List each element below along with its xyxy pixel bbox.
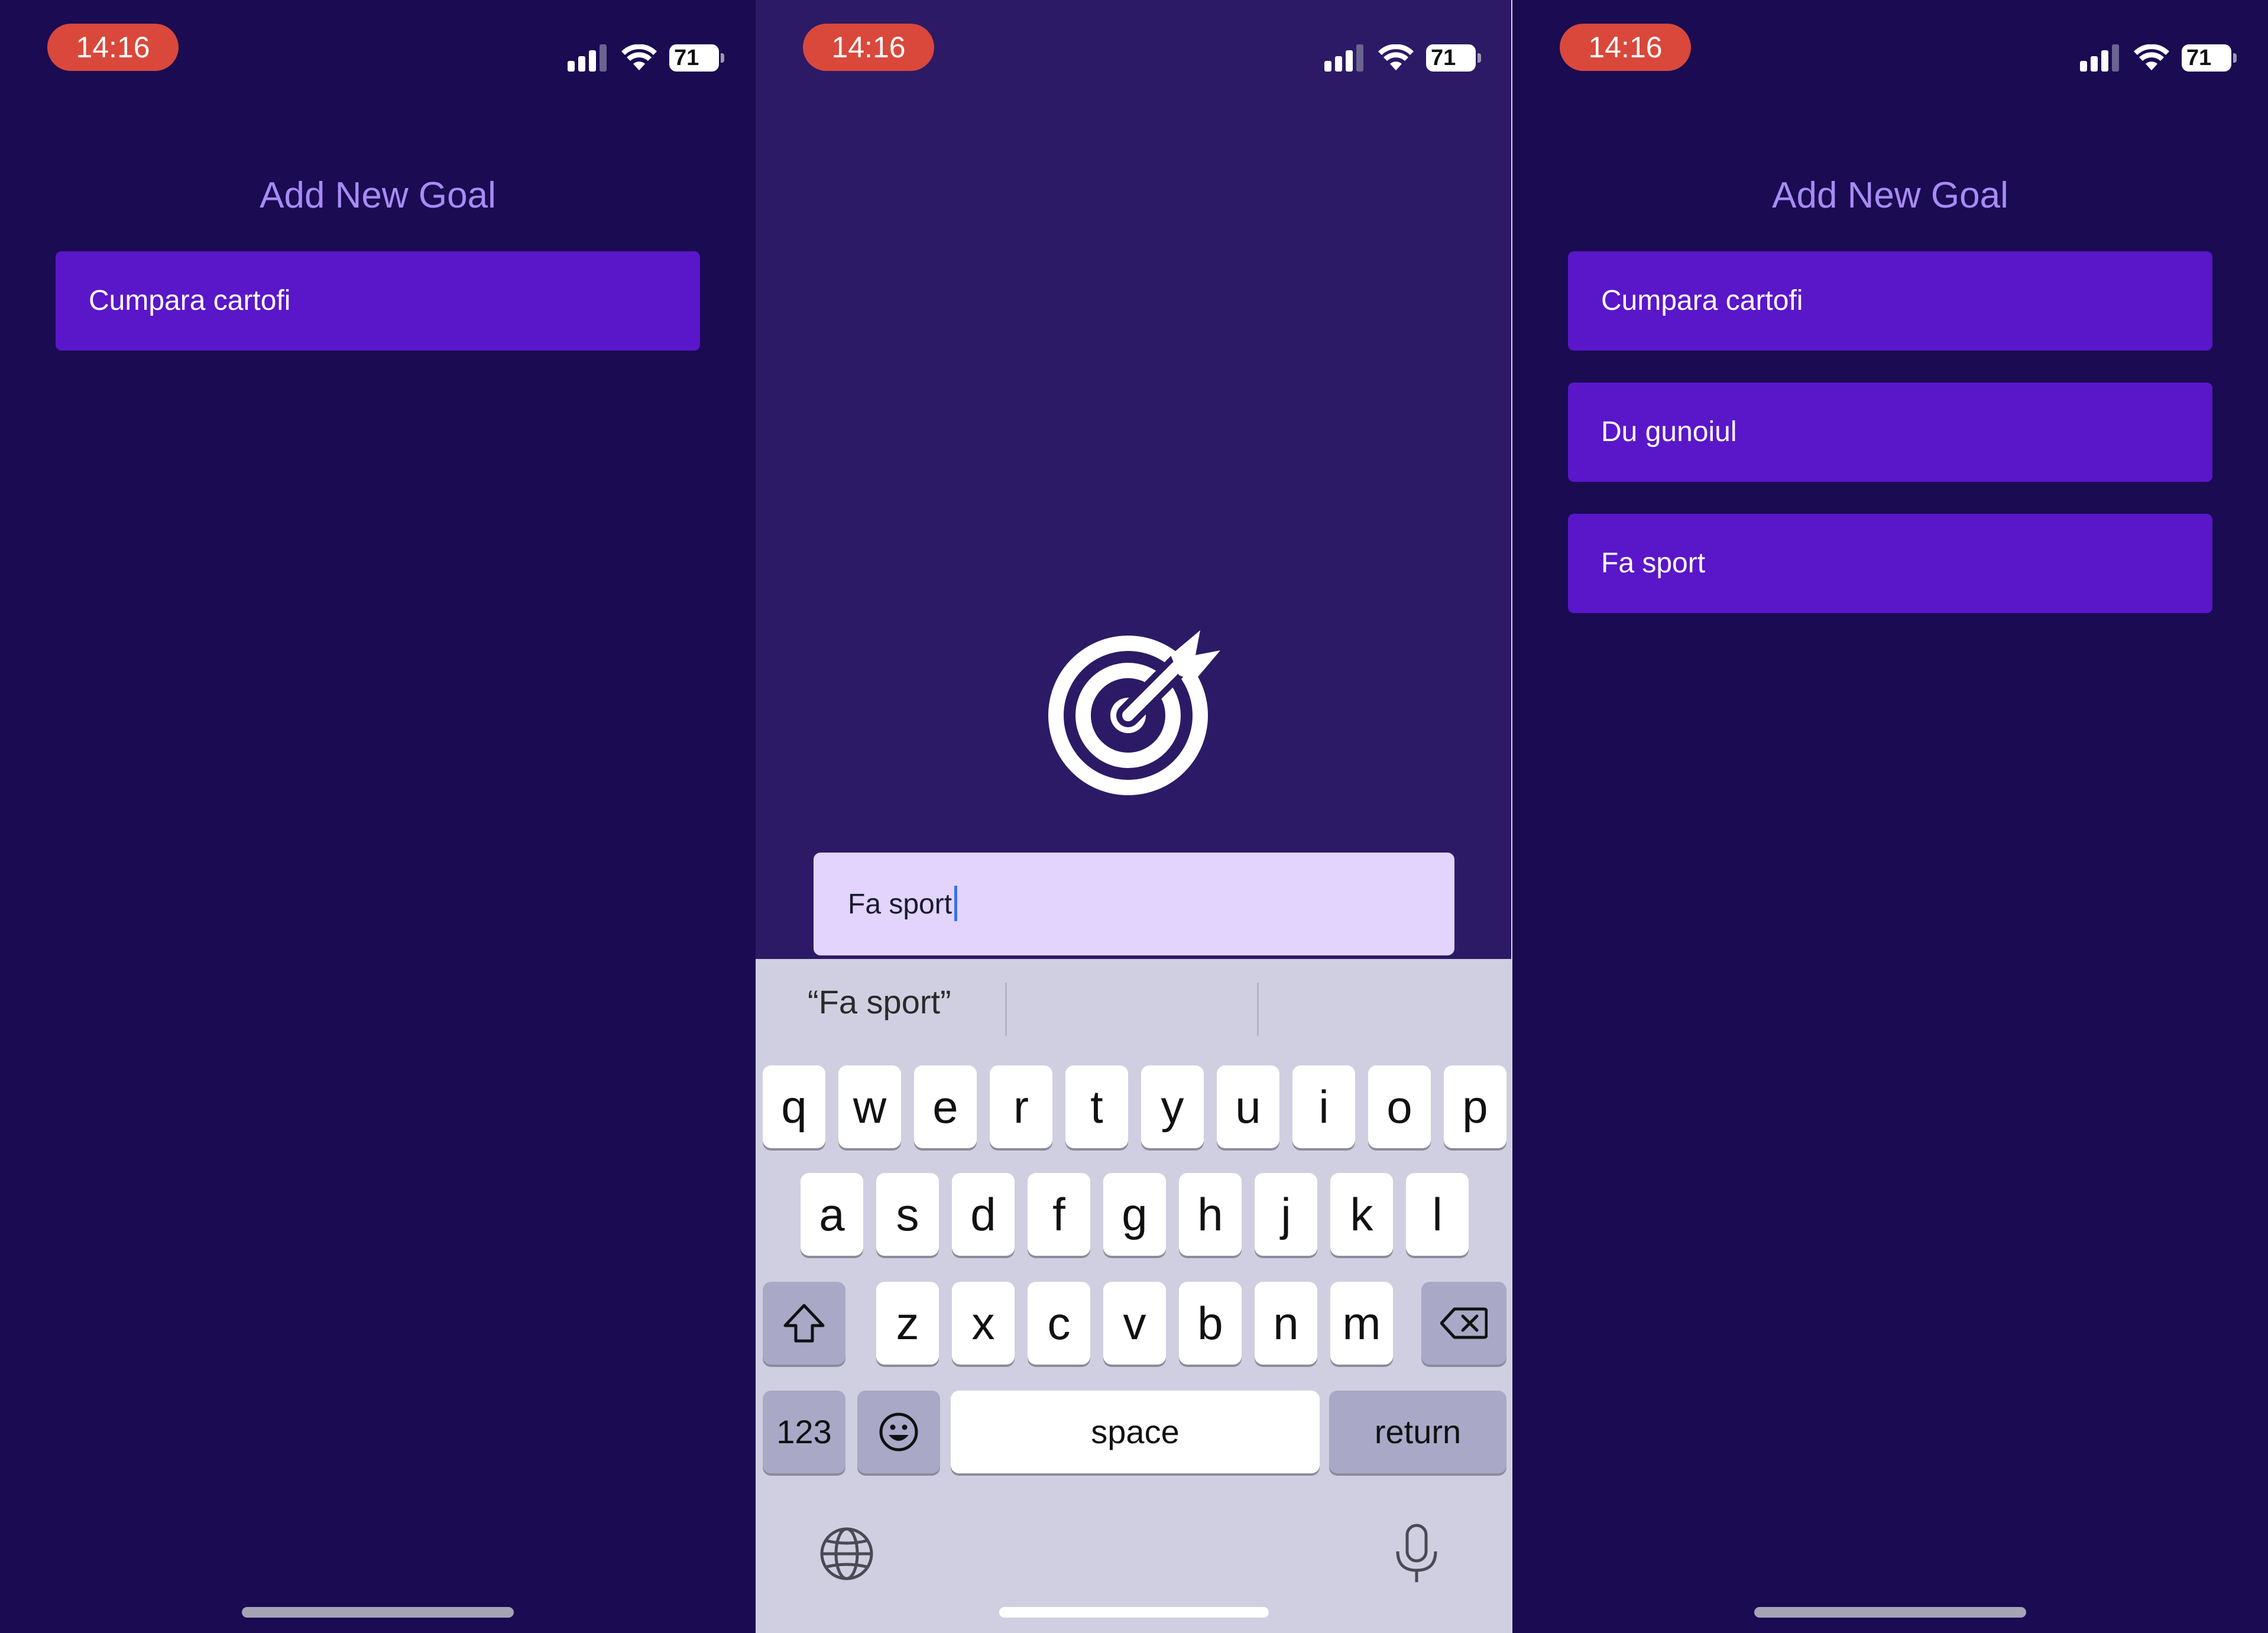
home-indicator[interactable] (1754, 1607, 2026, 1618)
add-new-goal-button[interactable]: Add New Goal (0, 174, 756, 216)
goal-input[interactable] (814, 853, 1454, 955)
suggestion-separator (1257, 983, 1259, 1036)
key-w[interactable]: w (838, 1065, 901, 1148)
goal-list: Cumpara cartofi (56, 251, 700, 383)
wifi-icon (2134, 44, 2169, 70)
suggestion-item[interactable]: “Fa sport” (808, 983, 951, 1021)
key-j[interactable]: j (1255, 1173, 1317, 1256)
target-arrow-icon (1048, 630, 1220, 795)
goal-list: Cumpara cartofi Du gunoiul Fa sport (1568, 251, 2212, 645)
key-o[interactable]: o (1368, 1065, 1431, 1148)
cellular-signal-icon (568, 44, 607, 72)
key-a[interactable]: a (801, 1173, 863, 1256)
wifi-icon (621, 44, 657, 70)
key-g[interactable]: g (1103, 1173, 1166, 1256)
key-c[interactable]: c (1028, 1282, 1090, 1365)
numbers-key[interactable]: 123 (763, 1391, 845, 1473)
microphone-icon[interactable] (1393, 1523, 1440, 1585)
key-b[interactable]: b (1179, 1282, 1242, 1365)
add-goal-modal-screen: 14:16 71 Fa sport “Fa sport” q w e r t y… (756, 0, 1512, 1633)
key-h[interactable]: h (1179, 1173, 1242, 1256)
suggestion-bar: “Fa sport” (756, 959, 1512, 1065)
status-time: 14:16 (47, 24, 179, 71)
key-x[interactable]: x (952, 1282, 1015, 1365)
cellular-signal-icon (1324, 44, 1363, 72)
key-l[interactable]: l (1406, 1173, 1469, 1256)
goal-item[interactable]: Cumpara cartofi (56, 251, 700, 351)
key-z[interactable]: z (876, 1282, 939, 1365)
suggestion-separator (1005, 983, 1007, 1036)
emoji-key[interactable] (857, 1391, 940, 1473)
goal-item[interactable]: Du gunoiul (1568, 383, 2212, 482)
key-r[interactable]: r (990, 1065, 1052, 1148)
emoji-icon (879, 1412, 918, 1451)
key-s[interactable]: s (876, 1173, 939, 1256)
return-key[interactable]: return (1329, 1391, 1506, 1473)
status-icons: 71 (2080, 41, 2237, 74)
key-k[interactable]: k (1330, 1173, 1393, 1256)
goal-item[interactable]: Fa sport (1568, 514, 2212, 613)
backspace-icon (1440, 1307, 1488, 1339)
key-v[interactable]: v (1103, 1282, 1166, 1365)
battery-indicator: 71 (1426, 44, 1481, 72)
wifi-icon (1378, 44, 1414, 70)
key-i[interactable]: i (1292, 1065, 1355, 1148)
status-time: 14:16 (1560, 24, 1691, 71)
key-f[interactable]: f (1028, 1173, 1090, 1256)
globe-icon[interactable] (818, 1525, 875, 1582)
battery-indicator: 71 (669, 44, 724, 72)
key-n[interactable]: n (1255, 1282, 1317, 1365)
key-m[interactable]: m (1330, 1282, 1393, 1365)
home-indicator[interactable] (242, 1607, 514, 1618)
shift-icon (783, 1304, 825, 1343)
home-indicator[interactable] (999, 1607, 1269, 1618)
key-q[interactable]: q (763, 1065, 825, 1148)
status-icons: 71 (568, 41, 724, 74)
goal-item[interactable]: Cumpara cartofi (1568, 251, 2212, 351)
goal-list-screen-after: 14:16 71 Add New Goal Cumpara cartofi Du… (1512, 0, 2268, 1633)
battery-indicator: 71 (2182, 44, 2237, 72)
status-icons: 71 (1324, 41, 1481, 74)
backspace-key[interactable] (1421, 1282, 1506, 1365)
status-time: 14:16 (803, 24, 934, 71)
cellular-signal-icon (2080, 44, 2119, 72)
text-cursor (954, 886, 957, 921)
keyboard: “Fa sport” q w e r t y u i o p a s d f g… (756, 959, 1512, 1633)
key-u[interactable]: u (1217, 1065, 1279, 1148)
goal-list-screen-before: 14:16 71 Add New Goal Cumpara cartofi (0, 0, 756, 1633)
key-t[interactable]: t (1065, 1065, 1128, 1148)
stage: 14:16 71 Add New Goal Cumpara cartofi 14… (0, 0, 2268, 1633)
key-d[interactable]: d (952, 1173, 1015, 1256)
space-key[interactable]: space (951, 1391, 1320, 1473)
key-p[interactable]: p (1444, 1065, 1506, 1148)
add-new-goal-button[interactable]: Add New Goal (1512, 174, 2268, 216)
shift-key[interactable] (763, 1282, 845, 1365)
key-e[interactable]: e (914, 1065, 977, 1148)
key-y[interactable]: y (1141, 1065, 1204, 1148)
